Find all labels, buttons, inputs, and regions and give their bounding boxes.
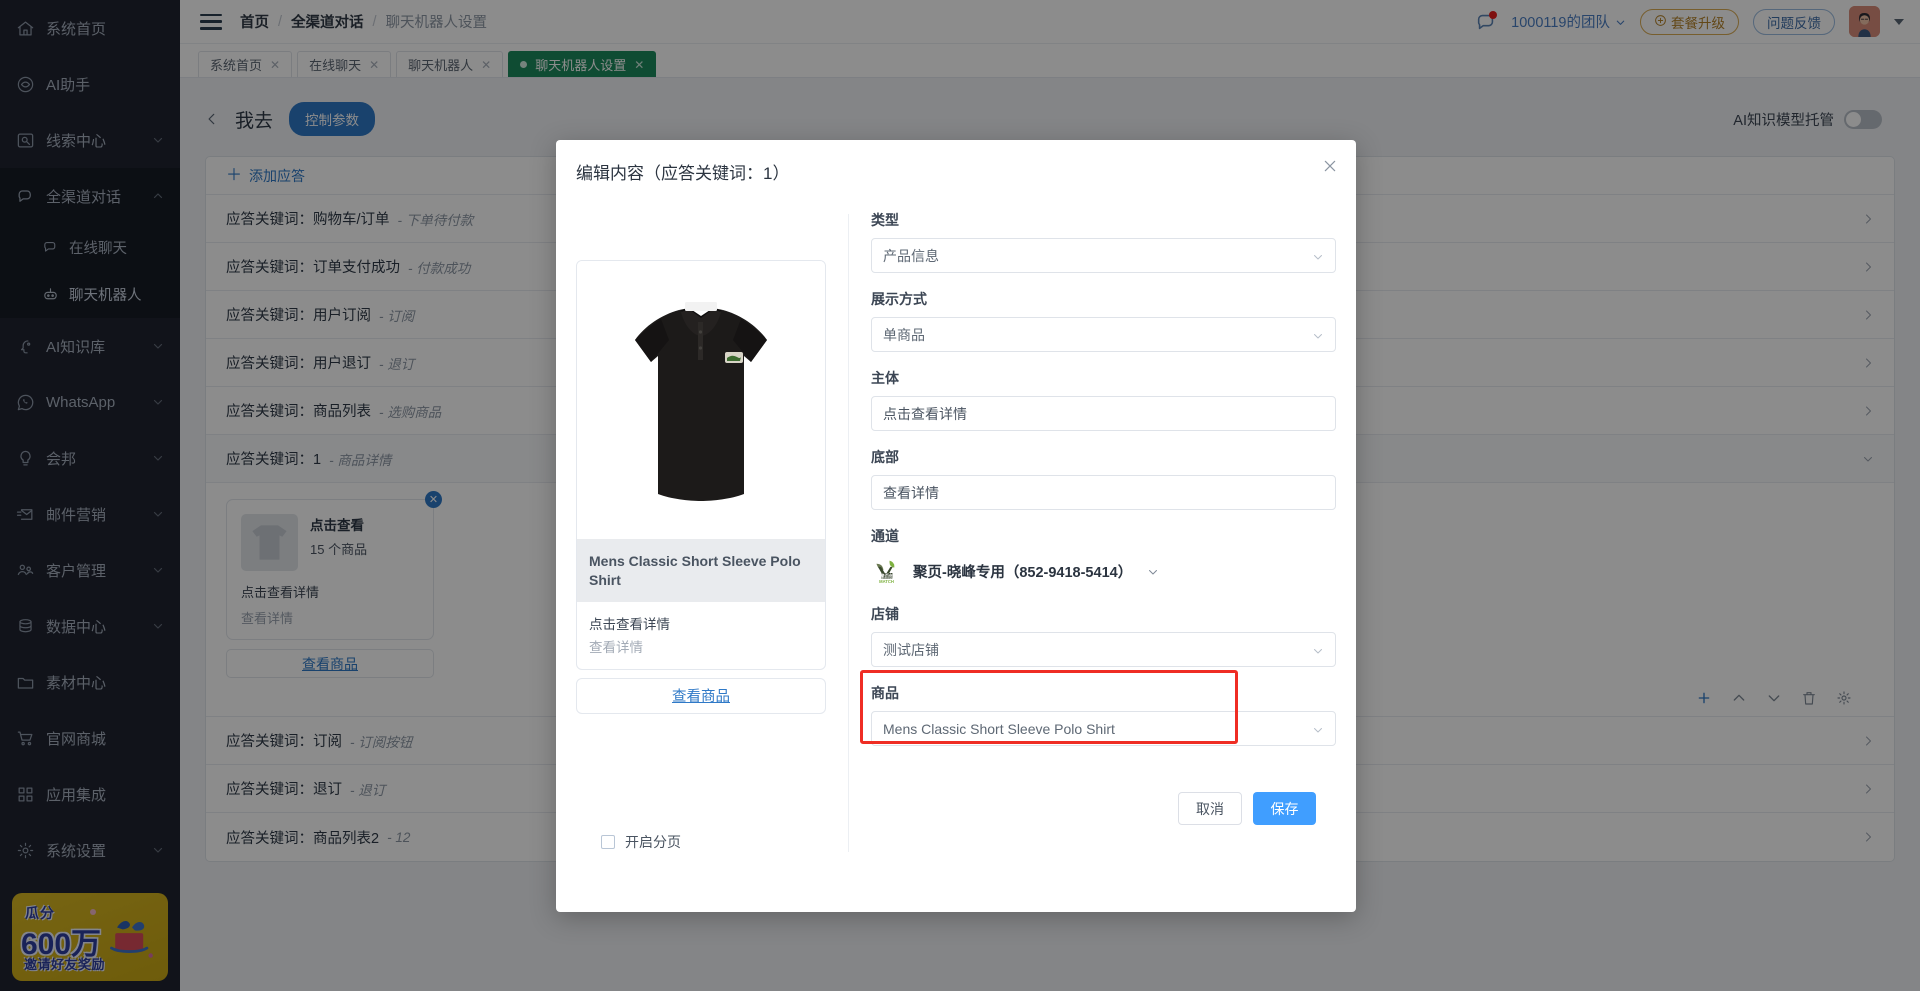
type-select[interactable]: 产品信息 [871, 238, 1336, 273]
field-product: 商品 Mens Classic Short Sleeve Polo Shirt [860, 670, 1336, 746]
field-label: 店铺 [871, 606, 899, 622]
chevron-down-icon [1312, 644, 1324, 656]
main-body-input[interactable]: 点击查看详情 [871, 396, 1336, 431]
close-icon[interactable] [1322, 158, 1338, 174]
field-main-body: 主体 点击查看详情 [871, 368, 1336, 431]
pagination-row: 开启分页 [601, 832, 826, 852]
product-image [577, 261, 825, 539]
svg-text:聚页创: 聚页创 [879, 572, 894, 579]
preview-pane: Mens Classic Short Sleeve Polo Shirt 点击查… [576, 202, 826, 852]
bottom-input[interactable]: 查看详情 [871, 475, 1336, 510]
modal-header: 编辑内容（应答关键词：1） [556, 140, 1356, 202]
field-bottom: 底部 查看详情 [871, 447, 1336, 510]
app-root: 系统首页 AI助手 线索中心 全渠道对话 在线聊天 聊天机器人 AI知识库 Wh… [0, 0, 1920, 991]
display-mode-select-value: 单商品 [883, 326, 925, 343]
type-select-value: 产品信息 [883, 247, 939, 264]
preview-footer-text: 查看详情 [589, 639, 643, 655]
enable-pagination-label: 开启分页 [625, 833, 681, 850]
modal-footer: 取消 保存 [871, 762, 1336, 825]
field-label: 商品 [871, 685, 899, 701]
preview-product-name: Mens Classic Short Sleeve Polo Shirt [577, 539, 825, 602]
channel-name: 聚页-晓峰专用（852-9418-5414） [913, 564, 1133, 581]
save-button[interactable]: 保存 [1253, 792, 1316, 825]
field-label: 通道 [871, 528, 899, 544]
preview-card: Mens Classic Short Sleeve Polo Shirt 点击查… [576, 260, 826, 670]
chevron-down-icon [1312, 723, 1324, 735]
chevron-down-icon [1312, 329, 1324, 341]
field-label: 展示方式 [871, 291, 927, 307]
preview-body-text: 点击查看详情 [589, 616, 670, 632]
store-select[interactable]: 测试店铺 [871, 632, 1336, 667]
modal-divider [848, 214, 849, 852]
form-pane: 类型 产品信息 展示方式 单商品 主体 点击查看详情 底部 查看详情 通道 聚页… [860, 202, 1336, 852]
field-store: 店铺 测试店铺 [871, 604, 1336, 667]
main-body-value: 点击查看详情 [883, 405, 967, 422]
enable-pagination-checkbox[interactable] [601, 834, 615, 849]
preview-view-goods-button[interactable]: 查看商品 [576, 677, 826, 714]
modal-body: Mens Classic Short Sleeve Polo Shirt 点击查… [556, 202, 1356, 852]
store-select-value: 测试店铺 [883, 641, 939, 658]
field-label: 主体 [871, 370, 899, 386]
channel-select[interactable]: 聚页创 MATCH 聚页-晓峰专用（852-9418-5414） [871, 554, 1336, 588]
svg-text:MATCH: MATCH [879, 579, 894, 584]
field-display-mode: 展示方式 单商品 [871, 289, 1336, 352]
chevron-down-icon [1312, 250, 1324, 262]
product-select-value: Mens Classic Short Sleeve Polo Shirt [883, 720, 1115, 737]
product-select[interactable]: Mens Classic Short Sleeve Polo Shirt [871, 711, 1336, 746]
field-channel: 通道 聚页创 MATCH 聚页-晓峰专用（852-9418-5414） [871, 526, 1336, 588]
field-label: 类型 [871, 212, 899, 228]
display-mode-select[interactable]: 单商品 [871, 317, 1336, 352]
modal-title: 编辑内容（应答关键词：1） [576, 163, 790, 183]
field-label: 底部 [871, 449, 899, 465]
bottom-value: 查看详情 [883, 484, 939, 501]
field-type: 类型 产品信息 [871, 210, 1336, 273]
cancel-button[interactable]: 取消 [1178, 792, 1242, 825]
edit-content-modal: 编辑内容（应答关键词：1） Mens Classic Short Sleeve … [556, 140, 1356, 912]
channel-logo-icon: 聚页创 MATCH [871, 555, 902, 587]
chevron-down-icon [1147, 565, 1159, 577]
